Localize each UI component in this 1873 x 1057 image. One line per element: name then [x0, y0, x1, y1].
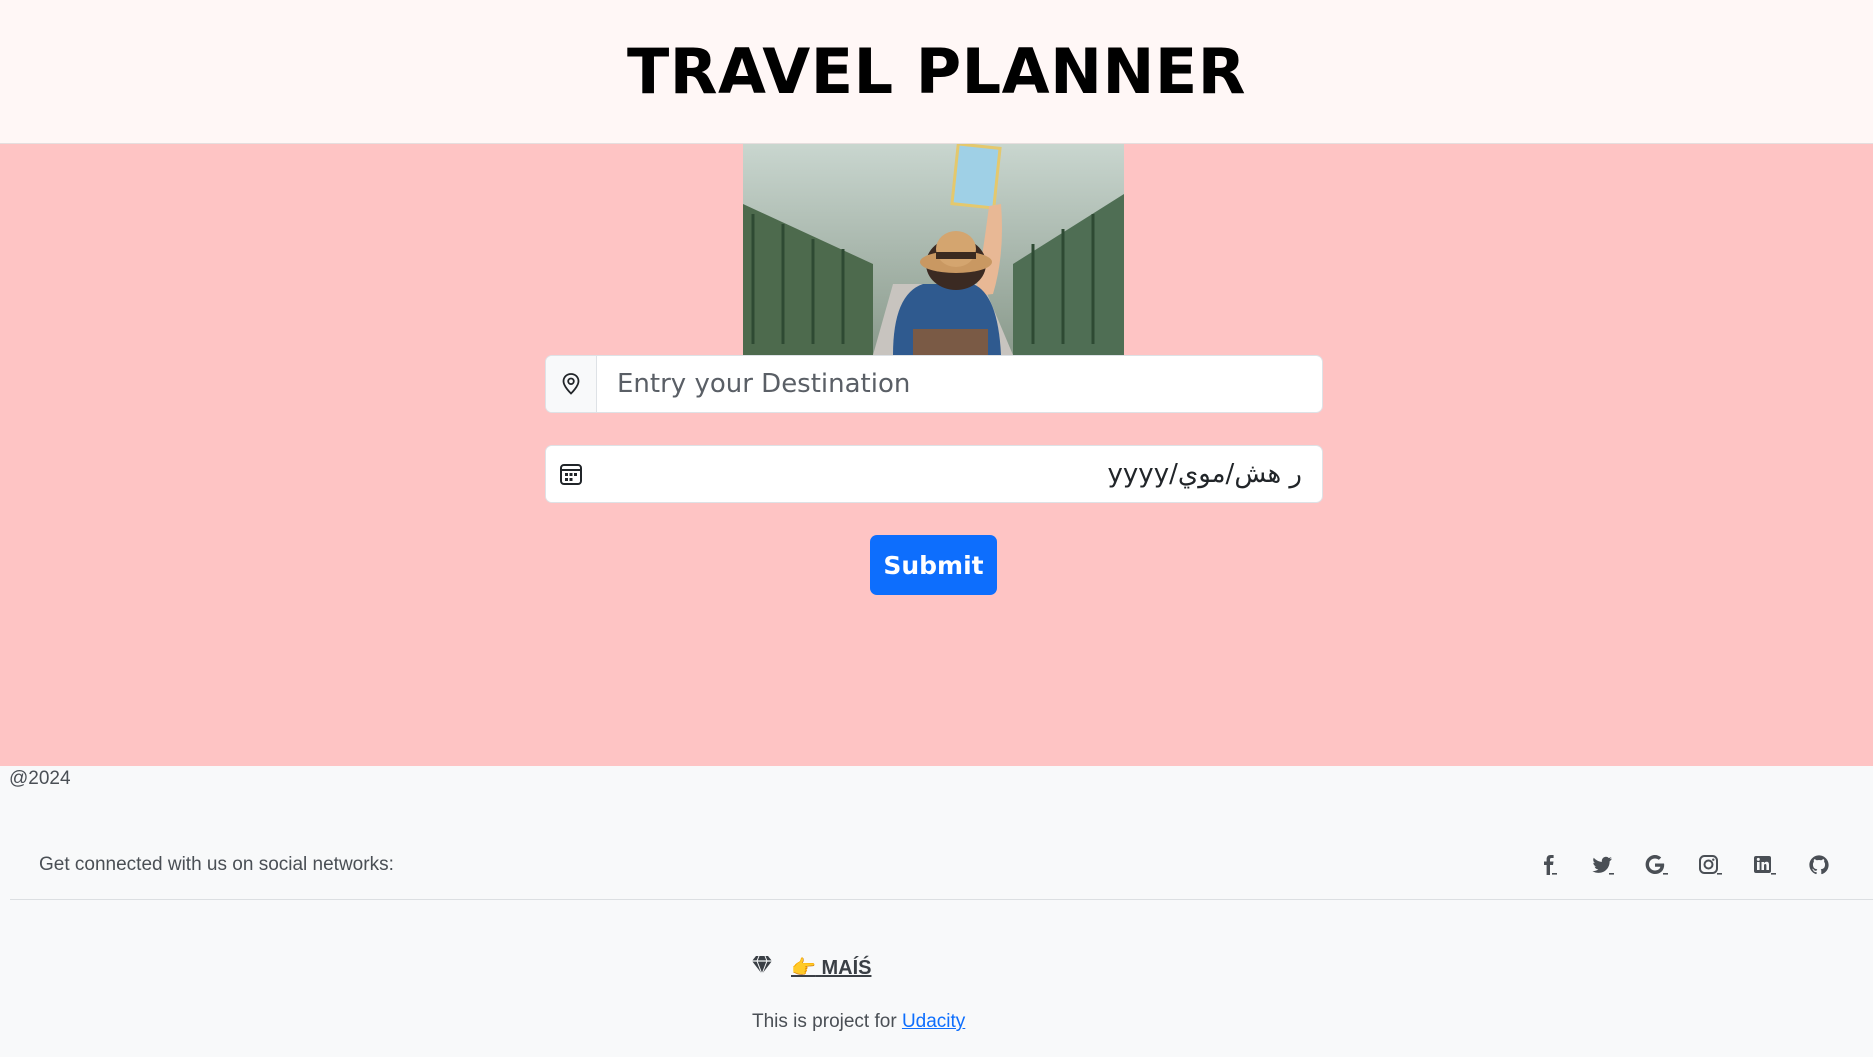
main-content: yyyy/ر هش/موي Submit [0, 143, 1873, 766]
destination-input-group [545, 355, 1323, 413]
gem-icon [751, 955, 773, 980]
project-credit: This is project for Udacity [752, 1011, 965, 1033]
copyright-text: @2024 [9, 768, 71, 789]
submit-button[interactable]: Submit [870, 535, 997, 595]
date-input[interactable]: yyyy/ر هش/موي [596, 446, 1322, 502]
page-title: TRAVEL PLANNER [626, 35, 1247, 108]
pointing-hand-icon: 👉 [791, 957, 816, 979]
social-bar: Get connected with us on social networks… [10, 830, 1873, 900]
date-input-group: yyyy/ر هش/موي [545, 445, 1323, 503]
twitter-icon[interactable] [1589, 851, 1617, 879]
brand-row: 👉 MAÍŚ [751, 955, 871, 980]
calendar-icon[interactable] [546, 446, 596, 502]
hero-image [743, 144, 1124, 355]
page-header: TRAVEL PLANNER [0, 0, 1873, 143]
destination-input[interactable] [597, 356, 1322, 412]
google-icon[interactable] [1643, 851, 1671, 879]
facebook-icon[interactable] [1535, 851, 1563, 879]
github-icon[interactable] [1805, 851, 1833, 879]
social-icons [1535, 851, 1833, 879]
linkedin-icon[interactable] [1751, 851, 1779, 879]
udacity-link[interactable]: Udacity [902, 1011, 965, 1032]
project-credit-text: This is project for [752, 1011, 902, 1032]
brand-name: MAÍŚ [821, 957, 872, 979]
brand-link[interactable]: 👉 MAÍŚ [791, 955, 871, 980]
social-networks-text: Get connected with us on social networks… [39, 853, 394, 875]
instagram-icon[interactable] [1697, 851, 1725, 879]
map-pin-icon [546, 356, 597, 412]
